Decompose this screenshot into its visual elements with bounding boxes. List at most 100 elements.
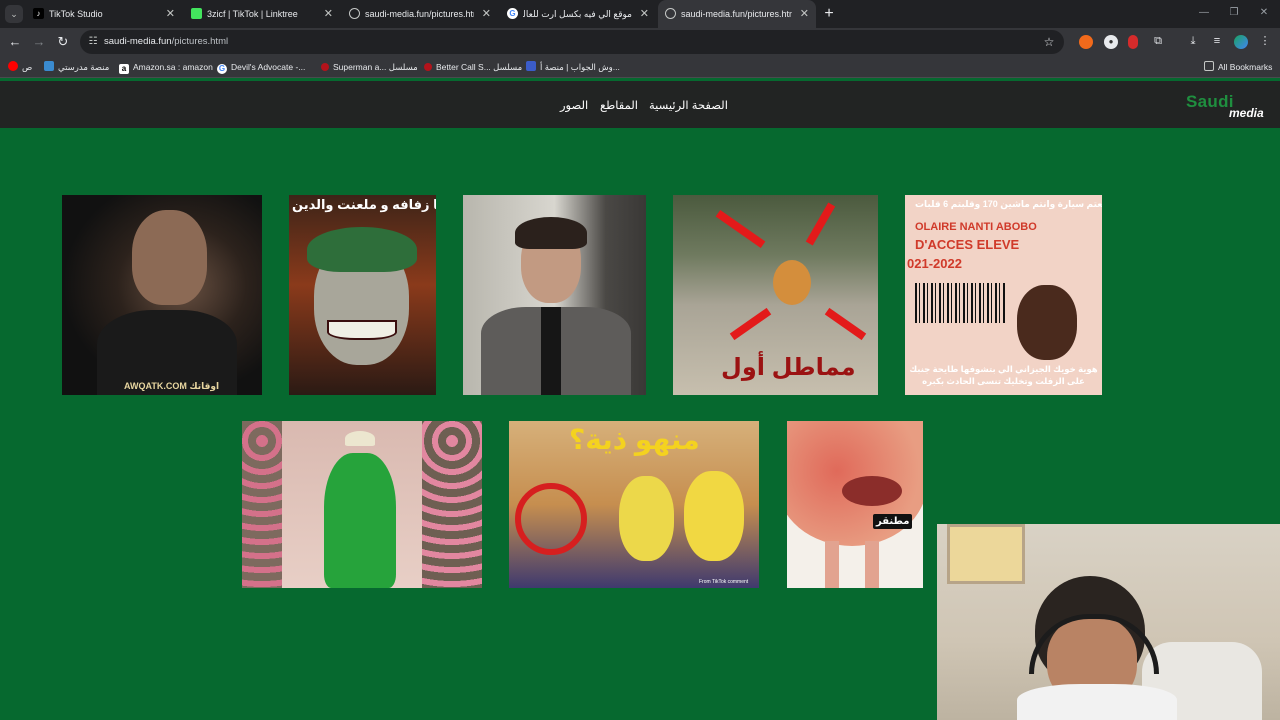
bookmark-label: Superman a... مسلسل: [333, 62, 418, 72]
picture-caption: منهو ذية؟: [569, 424, 700, 455]
extension-red-icon[interactable]: [1128, 35, 1138, 49]
window-shape: [947, 524, 1025, 584]
picture-man-in-suit[interactable]: [463, 195, 646, 395]
address-bar[interactable]: ☷ saudi-media.fun/pictures.html ☆: [80, 30, 1064, 54]
bookmark-label: ص: [22, 62, 33, 72]
forward-arrow-icon[interactable]: →: [31, 34, 47, 50]
bookmark-label: Better Call S... مسلسل: [436, 62, 523, 72]
bookmark-youtube[interactable]: ص: [8, 56, 32, 78]
picture-simpsons[interactable]: منهو ذية؟ From TikTok comment: [509, 421, 759, 588]
leg-shape: [825, 541, 839, 588]
cat-shape: [773, 260, 811, 305]
tab-title: TikTok Studio: [49, 9, 103, 19]
leg-shape: [865, 541, 879, 588]
site-logo[interactable]: Saudi media: [1186, 92, 1268, 124]
tab-strip: ⌄ ♪ TikTok Studio ✕ 3zicf | TikTok | Lin…: [0, 0, 1280, 28]
tab-saudi-media-pictures-active[interactable]: saudi-media.fun/pictures.html ✕: [658, 0, 816, 28]
picture-caption-top: فيعتم سيارة وانتم ماشين 170 وقلبتم 6 قلب…: [915, 199, 1102, 209]
tiktok-icon: ♪: [33, 8, 44, 19]
picture-green-raincoat[interactable]: [242, 421, 482, 588]
close-icon[interactable]: ✕: [640, 0, 649, 28]
bookmark-amazon[interactable]: a Amazon.sa : amazon: [119, 56, 213, 78]
madrasati-icon: [44, 61, 54, 71]
bookmark-label: وش الجواب | منصة أ...: [540, 62, 620, 72]
bookmark-devils-advocate[interactable]: G Devil's Advocate -...: [217, 56, 305, 78]
close-icon[interactable]: ✕: [482, 0, 491, 28]
picture-caption: AWQATK.COM اوقاتك: [124, 381, 220, 391]
red-arrow-icon: [715, 209, 766, 249]
all-bookmarks[interactable]: All Bookmarks: [1204, 56, 1272, 78]
picture-caption: مطنقر: [873, 514, 913, 529]
download-icon[interactable]: ⤓: [1186, 34, 1200, 48]
raincoat-shape: [324, 453, 396, 588]
picture-joker[interactable]: نبيها زفافه و ملعنت والدين: [289, 195, 436, 395]
bookmark-superman[interactable]: Superman a... مسلسل: [321, 56, 418, 78]
logo-word-media: media: [1229, 106, 1264, 120]
tab-search-chevron-icon[interactable]: ⌄: [5, 5, 23, 23]
google-icon: G: [507, 8, 518, 19]
nav-home-link[interactable]: الصفحة الرئيسية: [649, 98, 728, 114]
picture-caption-bottom: هوية خويك الجيزاني الي بتشوفها طايحة جنب…: [909, 364, 1098, 386]
mouth-shape: [842, 476, 902, 506]
folder-icon: [1204, 61, 1214, 71]
restore-icon[interactable]: ❐: [1228, 7, 1240, 19]
close-window-icon[interactable]: ✕: [1258, 7, 1270, 19]
all-bookmarks-label: All Bookmarks: [1218, 62, 1273, 72]
tiktok-watermark: From TikTok comment: [699, 579, 749, 585]
red-arrow-icon: [805, 202, 836, 246]
hair-shape: [307, 227, 417, 272]
tab-google-search[interactable]: G موقع الي فيه بكسل ارت للعالم كا ✕: [500, 0, 656, 28]
red-circle-icon: [515, 483, 587, 555]
flowers-left-shape: [242, 421, 282, 588]
child-photo-shape: [1017, 285, 1077, 360]
extensions-puzzle-icon[interactable]: ⧉: [1151, 34, 1165, 48]
bookmark-star-icon[interactable]: ☆: [1042, 35, 1056, 49]
picture-red-face[interactable]: مطنقر: [787, 421, 923, 588]
extension-orange-icon[interactable]: [1079, 35, 1093, 49]
site-settings-icon[interactable]: ☷: [87, 36, 99, 48]
extension-badge-icon[interactable]: ●: [1104, 35, 1118, 49]
picture-id-card[interactable]: فيعتم سيارة وانتم ماشين 170 وقلبتم 6 قلب…: [905, 195, 1102, 395]
character-shape: [684, 471, 744, 561]
picture-caption: نبيها زفافه و ملعنت والدين: [292, 197, 436, 212]
reload-icon[interactable]: ↻: [55, 34, 71, 50]
close-icon[interactable]: ✕: [166, 0, 175, 28]
linktree-icon: [191, 8, 202, 19]
picture-cat-soldiers[interactable]: مماطل أول: [673, 195, 878, 395]
picture-caption: مماطل أول: [721, 354, 856, 381]
tab-title: 3zicf | TikTok | Linktree: [207, 9, 298, 19]
red-icon: [321, 63, 329, 71]
close-icon[interactable]: ✕: [324, 0, 333, 28]
bookmarks-bar: ص منصة مدرستي a Amazon.sa : amazon G Devil…: [0, 56, 1280, 78]
bookmark-wesh-aljawab[interactable]: وش الجواب | منصة أ...: [526, 56, 620, 78]
profile-avatar[interactable]: [1234, 35, 1248, 49]
tab-title: موقع الي فيه بكسل ارت للعالم كا: [523, 9, 632, 19]
nav-clips-link[interactable]: المقاطع: [600, 98, 638, 114]
red-arrow-icon: [824, 307, 867, 341]
nav-pictures-link[interactable]: الصور: [560, 98, 588, 114]
flowers-right-shape: [422, 421, 482, 588]
minimize-icon[interactable]: —: [1198, 7, 1210, 19]
close-icon[interactable]: ✕: [800, 0, 809, 28]
globe-icon: [349, 8, 360, 19]
tab-title: saudi-media.fun/pictures.html: [681, 9, 792, 19]
new-tab-button[interactable]: +: [822, 6, 836, 22]
amazon-icon: a: [119, 64, 129, 74]
more-menu-icon[interactable]: ⋮: [1258, 34, 1272, 48]
tie-shape: [541, 307, 561, 395]
reading-list-icon[interactable]: ≡: [1210, 34, 1224, 48]
logo-word-saudi: Saudi: [1186, 92, 1234, 111]
hat-shape: [345, 431, 375, 446]
tab-saudi-media-pictures[interactable]: saudi-media.fun/pictures.html ✕: [342, 0, 498, 28]
card-top-text: OLAIRE NANTI ABOBO: [915, 221, 1037, 233]
bookmark-madrasati[interactable]: منصة مدرستي: [44, 56, 109, 78]
picture-bald-man[interactable]: AWQATK.COM اوقاتك: [62, 195, 262, 395]
bookmark-better-call-saul[interactable]: Better Call S... مسلسل: [424, 56, 522, 78]
tab-linktree[interactable]: 3zicf | TikTok | Linktree ✕: [184, 0, 340, 28]
url-path: /pictures.html: [171, 36, 229, 47]
character-shape: [619, 476, 674, 561]
red-arrow-icon: [729, 307, 772, 341]
tab-tiktok-studio[interactable]: ♪ TikTok Studio ✕: [26, 0, 182, 28]
back-arrow-icon[interactable]: ←: [7, 34, 23, 50]
url-text[interactable]: saudi-media.fun/pictures.html: [104, 30, 228, 54]
